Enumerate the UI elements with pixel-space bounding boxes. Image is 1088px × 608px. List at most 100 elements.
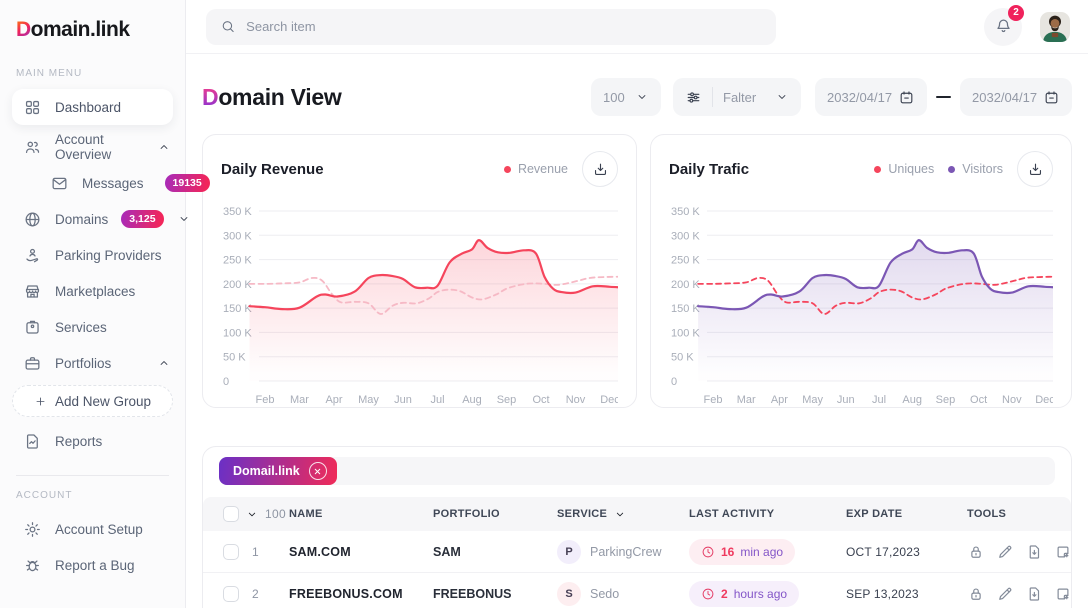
sidebar-item-report-a-bug[interactable]: Report a Bug [0,547,185,583]
sidebar-item-portfolios[interactable]: Portfolios [0,345,185,381]
sidebar-item-services[interactable]: Services [0,309,185,345]
notifications-button[interactable]: 2 [984,8,1022,46]
briefcase-icon [23,354,42,373]
svg-text:Aug: Aug [462,394,482,406]
page-size-select[interactable]: 100 [591,78,661,116]
page-size-value: 100 [603,90,625,105]
svg-text:150 K: 150 K [223,303,252,315]
edit-icon[interactable] [996,585,1014,603]
clock-icon [701,587,715,601]
domains-count-badge: 3,125 [121,210,163,228]
file-add-icon[interactable] [1054,543,1072,561]
svg-text:Nov: Nov [1002,394,1022,406]
sidebar-item-account-setup[interactable]: Account Setup [0,511,185,547]
svg-text:100 K: 100 K [223,327,252,339]
sidebar-label: Reports [55,434,102,449]
row-checkbox[interactable] [223,544,239,560]
row-checkbox[interactable] [223,586,239,602]
date-to-field[interactable]: 2032/04/17 [960,78,1072,116]
svg-text:Apr: Apr [771,394,788,406]
parking-provider-icon [23,246,42,265]
sidebar-label: Account Setup [55,522,143,537]
column-header-last-activity[interactable]: LAST ACTIVITY [689,508,846,520]
file-download-icon[interactable] [1025,585,1043,603]
chevron-down-icon [613,508,627,521]
domain-name[interactable]: SAM.COM [289,545,433,559]
svg-text:100 K: 100 K [671,327,700,339]
sidebar-item-marketplaces[interactable]: Marketplaces [0,273,185,309]
service-cell: S Sedo [557,582,689,606]
service-name: Sedo [590,587,619,601]
chevron-down-icon [635,90,649,104]
svg-text:Jul: Jul [430,394,444,406]
svg-text:Jun: Jun [837,394,855,406]
svg-text:50 K: 50 K [671,352,694,364]
date-from-field[interactable]: 2032/04/17 [815,78,927,116]
chart-title: Daily Trafic [669,161,874,178]
chevron-up-icon[interactable] [157,140,171,154]
sidebar-item-dashboard[interactable]: Dashboard [12,89,173,125]
file-download-icon[interactable] [1025,543,1043,561]
download-icon [592,161,609,178]
sidebar-item-domains[interactable]: Domains 3,125 [0,201,185,237]
sidebar-item-account-overview[interactable]: Account Overview [0,129,185,165]
report-file-icon [23,432,42,451]
column-header-exp-date[interactable]: EXP DATE [846,508,967,520]
remove-filter-button[interactable] [309,462,327,480]
calendar-icon [1043,89,1060,106]
sidebar-item-messages[interactable]: Messages 19135 [0,165,185,201]
table-row[interactable]: 2 FREEBONUS.COM FREEBONUS S Sedo 2 hours… [203,573,1071,608]
people-icon [23,138,42,157]
storefront-icon [23,282,42,301]
gear-icon [23,520,42,539]
legend-dot [504,166,511,173]
edit-icon[interactable] [996,543,1014,561]
date-from-value: 2032/04/17 [827,90,892,105]
lock-icon[interactable] [967,543,985,561]
table-row[interactable]: 1 SAM.COM SAM P ParkingCrew 16 min ago O… [203,531,1071,573]
bell-icon [994,17,1013,36]
legend-dot [874,166,881,173]
brand-logo[interactable]: Domain.link [0,18,185,42]
svg-text:300 K: 300 K [671,230,700,242]
service-initial-badge: S [557,582,581,606]
file-add-icon[interactable] [1054,585,1072,603]
sidebar-item-parking-providers[interactable]: Parking Providers [0,237,185,273]
plus-icon [34,395,47,408]
chevron-down-icon[interactable] [177,212,191,226]
lock-icon[interactable] [967,585,985,603]
page-title: Domain View [202,84,341,111]
bug-icon [23,556,42,575]
filter-select[interactable]: Falter [673,78,801,116]
download-chart-button[interactable] [582,151,618,187]
svg-text:200 K: 200 K [671,279,700,291]
search-input[interactable] [246,19,762,34]
chevron-down-icon[interactable] [245,508,259,521]
sidebar-item-reports[interactable]: Reports [0,423,185,459]
filter-chip-domail-link[interactable]: Domail.link [219,457,337,485]
column-header-name[interactable]: NAME [289,508,433,520]
add-new-group-button[interactable]: Add New Group [12,385,173,417]
svg-text:Feb: Feb [704,394,723,406]
daily-trafic-card: Daily Trafic Uniques Visitors 050 K100 K… [650,134,1072,408]
last-activity-badge: 16 min ago [689,539,795,565]
exp-date: OCT 17,2023 [846,545,967,559]
chevron-up-icon[interactable] [157,356,171,370]
select-all-checkbox[interactable] [223,506,239,522]
column-header-service[interactable]: SERVICE [557,508,689,521]
domain-name[interactable]: FREEBONUS.COM [289,587,433,601]
download-chart-button[interactable] [1017,151,1053,187]
avatar[interactable] [1040,12,1070,42]
svg-text:Feb: Feb [256,394,275,406]
date-range-dash [936,96,951,99]
sidebar-label: Portfolios [55,356,144,371]
svg-text:Nov: Nov [566,394,586,406]
service-cell: P ParkingCrew [557,540,689,564]
search-bar[interactable] [206,9,776,45]
column-header-portfolio[interactable]: PORTFOLIO [433,508,557,520]
column-header-tools: TOOLS [967,508,1071,520]
svg-text:Sep: Sep [936,394,956,406]
sidebar-label: Services [55,320,107,335]
svg-text:Dec: Dec [600,394,618,406]
svg-text:250 K: 250 K [671,255,700,267]
